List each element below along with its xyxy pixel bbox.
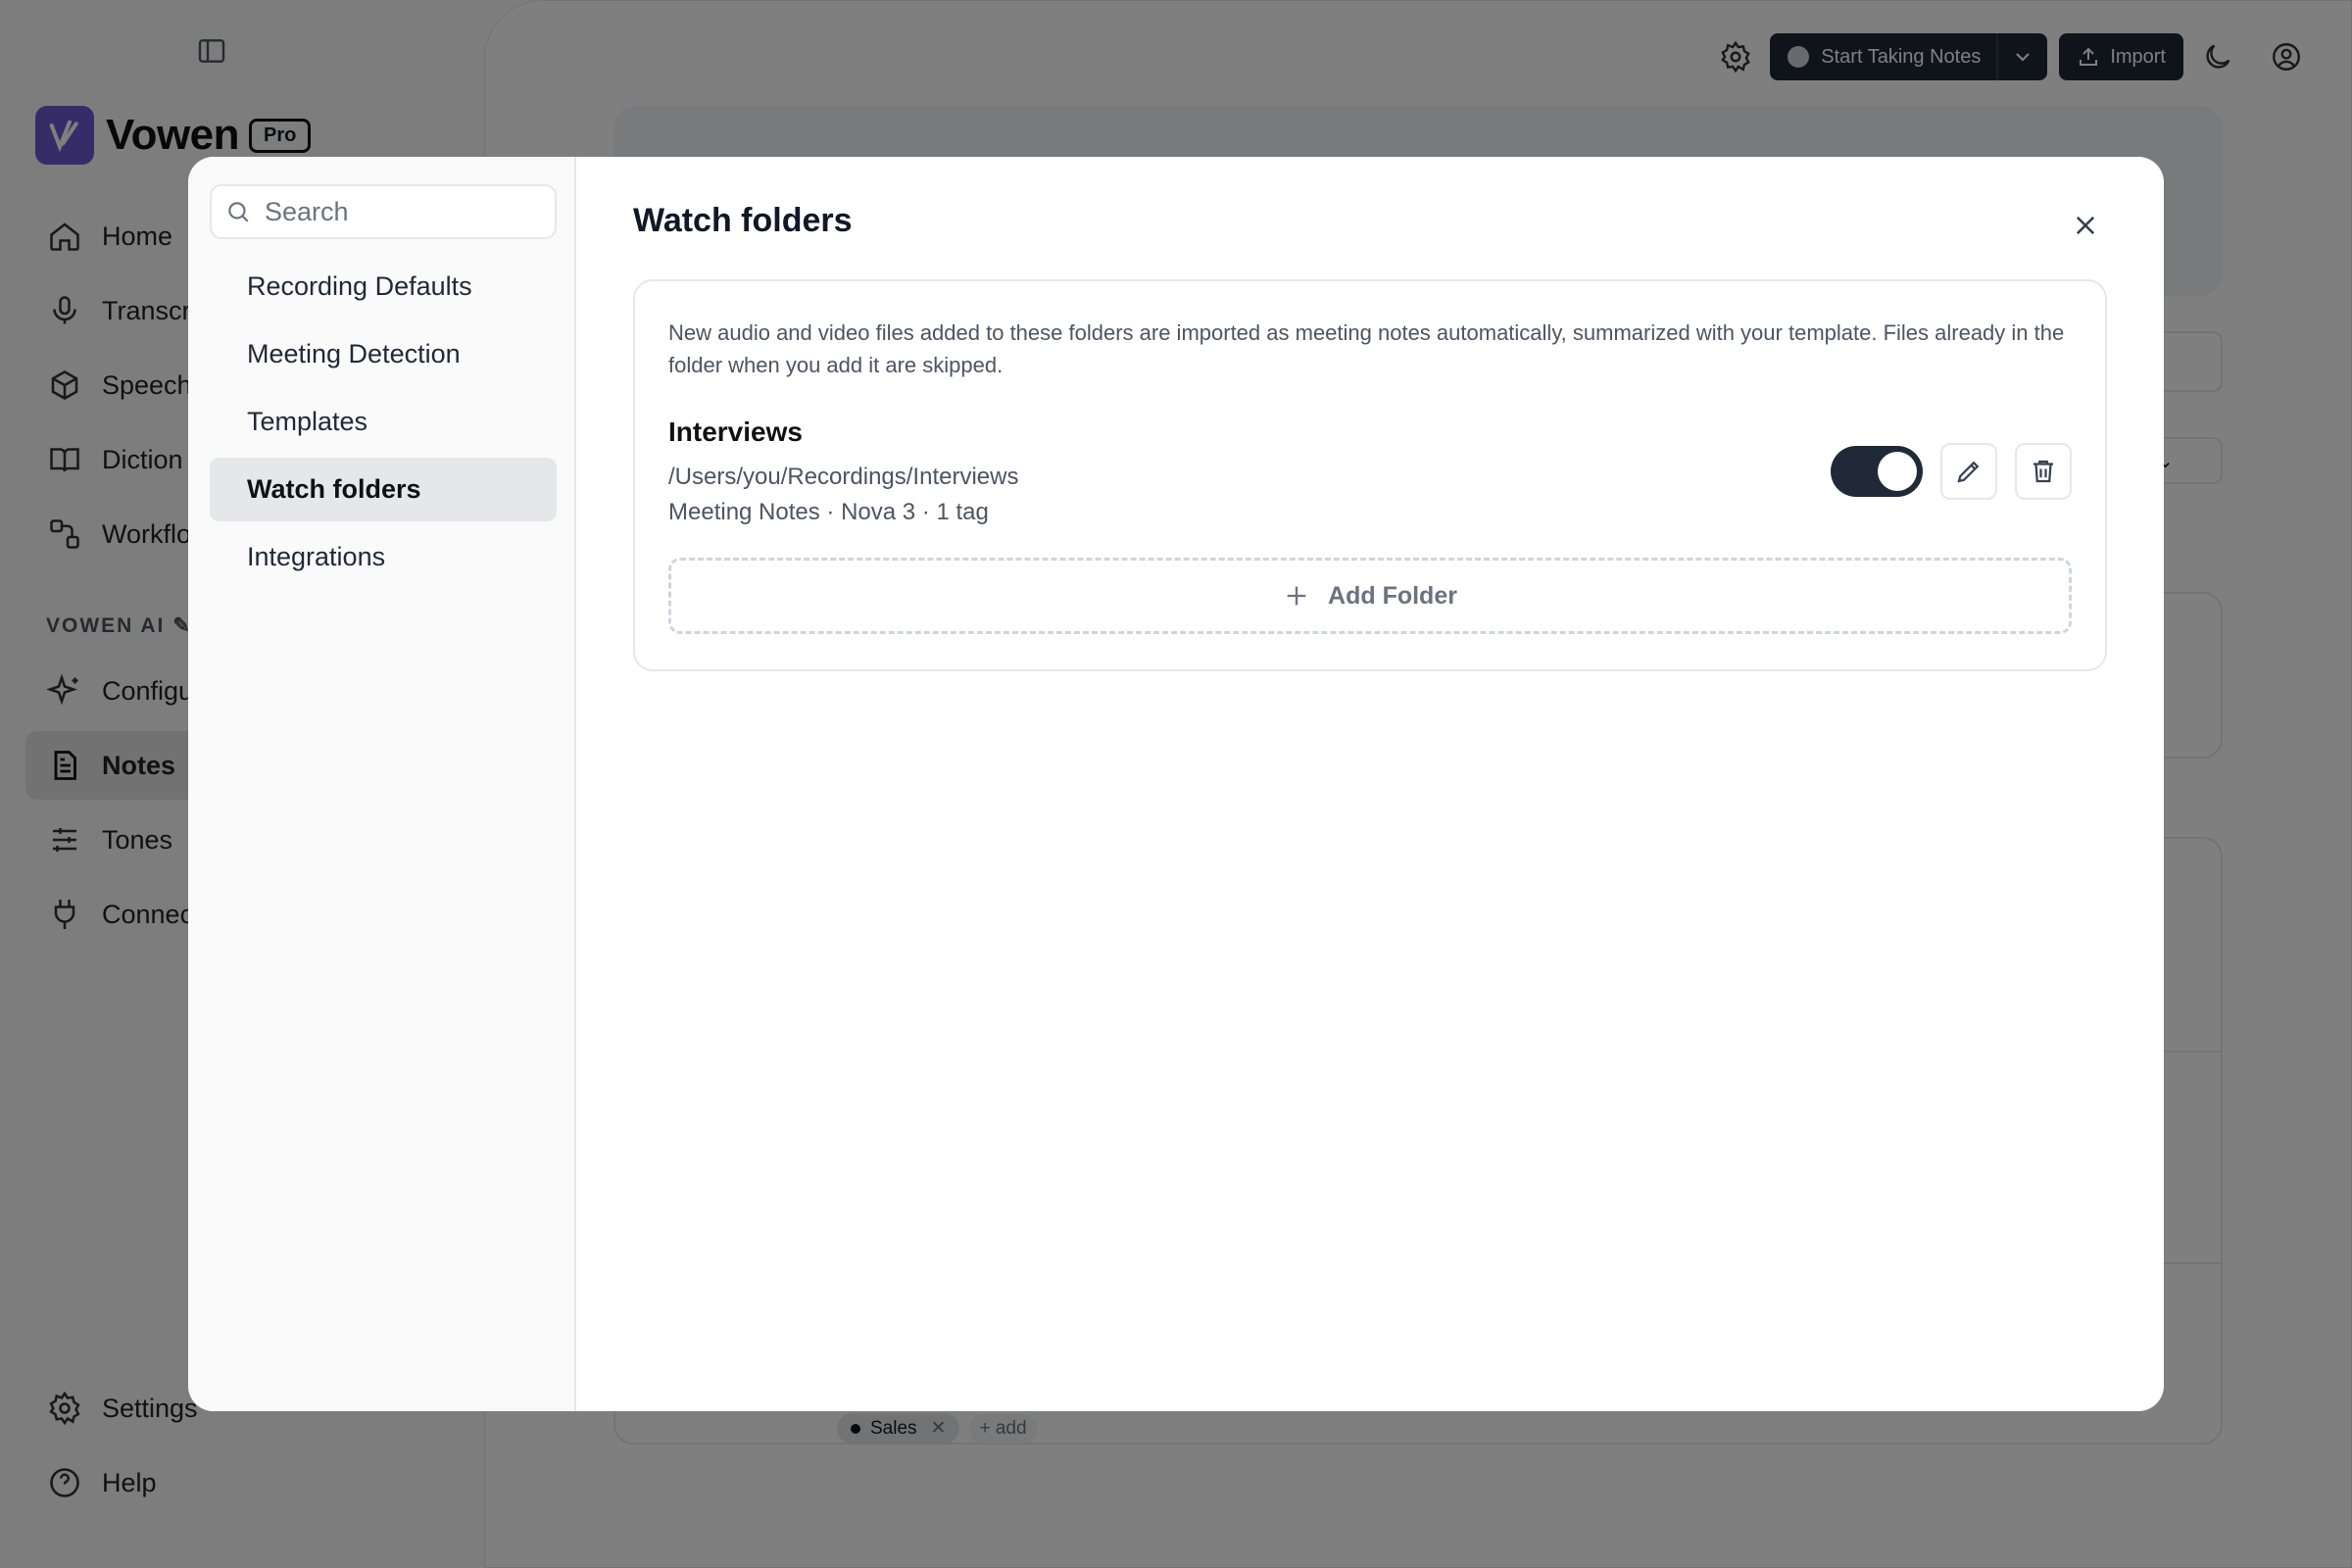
delete-folder-button[interactable] [2015,443,2072,500]
settings-nav: Recording Defaults Meeting Detection Tem… [210,255,557,589]
folder-name: Interviews [668,416,803,447]
watch-folders-panel: New audio and video files added to these… [633,279,2107,671]
settings-nav-templates[interactable]: Templates [210,390,557,454]
settings-nav-integrations[interactable]: Integrations [210,525,557,589]
add-folder-label: Add Folder [1328,581,1457,610]
add-folder-button[interactable]: Add Folder [668,558,2072,634]
settings-search [210,184,557,239]
folder-path: /Users/you/Recordings/Interviews [668,464,1019,490]
settings-nav-meeting-detection[interactable]: Meeting Detection [210,322,557,386]
settings-content: Watch folders New audio and video files … [576,157,2164,1411]
plus-icon [1287,586,1306,606]
settings-nav-watch-folders[interactable]: Watch folders [210,458,557,521]
close-button[interactable] [2068,208,2103,243]
watch-folder-item: Interviews /Users/you/Recordings/Intervi… [668,416,2072,526]
search-icon [228,202,249,222]
toggle-knob [1878,452,1917,491]
modal-title: Watch folders [633,202,853,239]
folder-enabled-toggle[interactable] [1831,446,1923,497]
settings-sidebar: Recording Defaults Meeting Detection Tem… [188,157,576,1411]
pencil-icon [1957,461,1980,483]
close-icon [2076,216,2095,235]
watch-folders-description: New audio and video files added to these… [668,320,2065,377]
trash-icon [2034,460,2053,483]
folder-meta: Meeting Notes · Nova 3 · 1 tag [668,499,989,525]
settings-nav-recording-defaults[interactable]: Recording Defaults [210,255,557,318]
settings-modal: Recording Defaults Meeting Detection Tem… [188,157,2164,1411]
search-input[interactable] [265,196,519,227]
edit-folder-button[interactable] [1940,443,1997,500]
